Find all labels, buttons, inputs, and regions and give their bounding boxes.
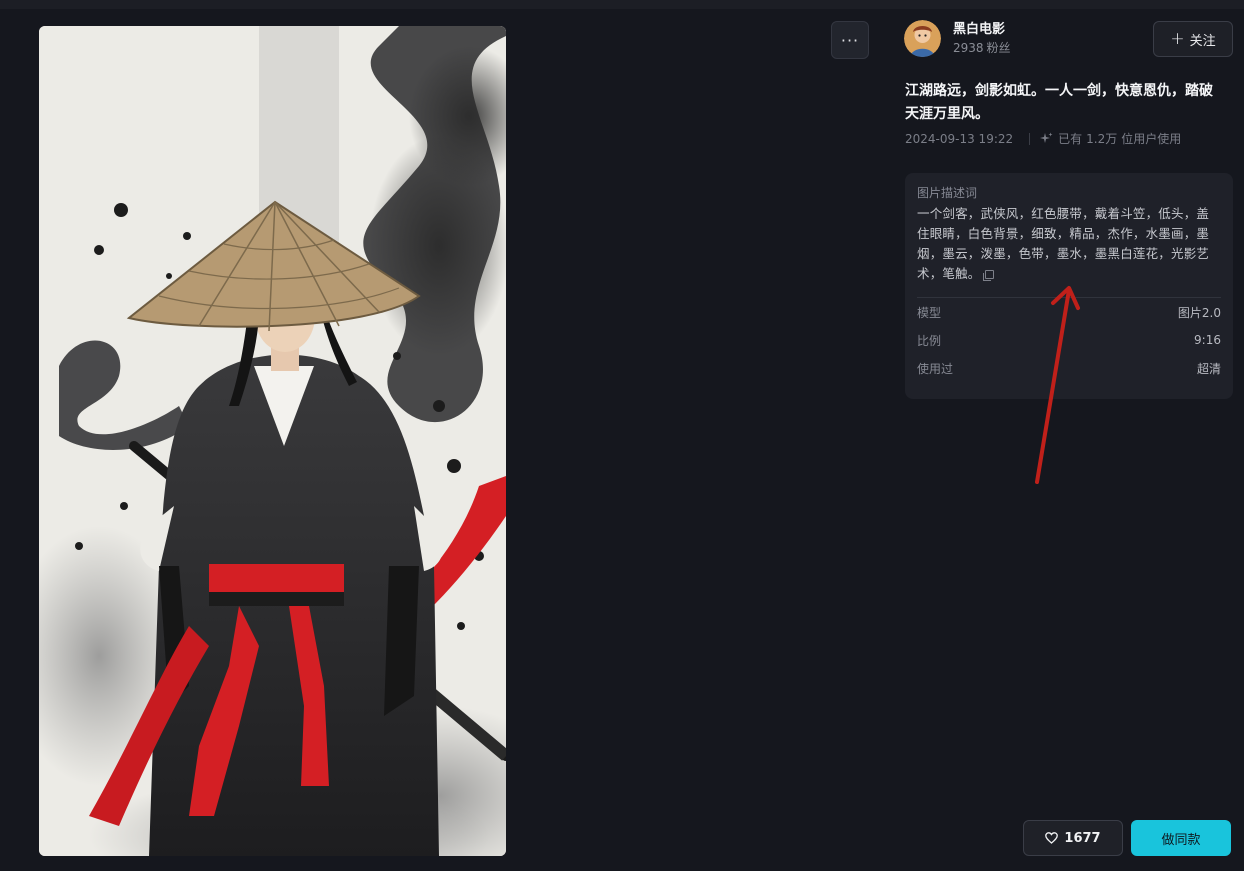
meta-divider — [1029, 132, 1031, 145]
top-bar — [0, 0, 1244, 9]
follow-label: 关注 — [1189, 33, 1216, 49]
author-info[interactable]: 黑白电影 2938 粉丝 — [904, 20, 1011, 57]
more-icon: ··· — [840, 30, 860, 50]
make-same-label: 做同款 — [1161, 832, 1201, 848]
param-key: 模型 — [917, 305, 942, 320]
param-value: 超清 — [1196, 361, 1221, 376]
param-key: 使用过 — [917, 361, 954, 376]
copy-icon[interactable] — [982, 270, 994, 281]
param-row-model: 模型 图片2.0 — [917, 298, 1221, 326]
author-name[interactable]: 黑白电影 — [953, 21, 1011, 39]
follow-button[interactable]: + 关注 — [1153, 21, 1233, 57]
more-options-button[interactable]: ··· — [831, 21, 869, 59]
like-count: 1677 — [1064, 830, 1101, 846]
post-meta: 2024-09-13 19:22 已有 1.2万 位用户使用 — [905, 130, 1185, 147]
make-same-button[interactable]: 做同款 — [1131, 820, 1231, 856]
post-title: 江湖路远，剑影如虹。一人一剑，快意恩仇，踏破天涯万里风。 — [905, 83, 1213, 122]
avatar[interactable] — [904, 20, 941, 57]
prompt-text-block: 一个剑客，武侠风，红色腰带，戴着斗笠，低头，盖住眼睛，白色背景，细致，精品，杰作… — [917, 204, 1221, 284]
plus-icon: + — [1170, 28, 1185, 49]
like-button[interactable]: 1677 — [1023, 820, 1123, 856]
heart-icon — [1045, 832, 1059, 844]
usage-count: 1.2万 — [1086, 132, 1118, 146]
prompt-label: 图片描述词 — [917, 186, 978, 200]
artwork-image[interactable] — [39, 26, 506, 856]
usage-prefix: 已有 — [1058, 132, 1083, 146]
fans-count: 2938 — [953, 40, 984, 55]
author-fans: 2938 粉丝 — [953, 39, 1011, 57]
param-row-ratio: 比例 9:16 — [917, 326, 1221, 354]
param-value: 9:16 — [1194, 333, 1221, 347]
param-row-quality: 使用过 超清 — [917, 354, 1221, 382]
sparkle-icon — [1040, 132, 1053, 145]
usage-suffix: 位用户使用 — [1121, 132, 1182, 146]
prompt-card: 图片描述词 一个剑客，武侠风，红色腰带，戴着斗笠，低头，盖住眼睛，白色背景，细致… — [905, 173, 1233, 399]
param-key: 比例 — [917, 333, 942, 348]
prompt-text: 一个剑客，武侠风，红色腰带，戴着斗笠，低头，盖住眼睛，白色背景，细致，精品，杰作… — [917, 206, 1210, 281]
param-value: 图片2.0 — [1177, 305, 1221, 320]
fans-label: 粉丝 — [986, 40, 1011, 55]
post-timestamp: 2024-09-13 19:22 — [905, 131, 1014, 146]
swordsman-ink-painting — [39, 26, 506, 856]
